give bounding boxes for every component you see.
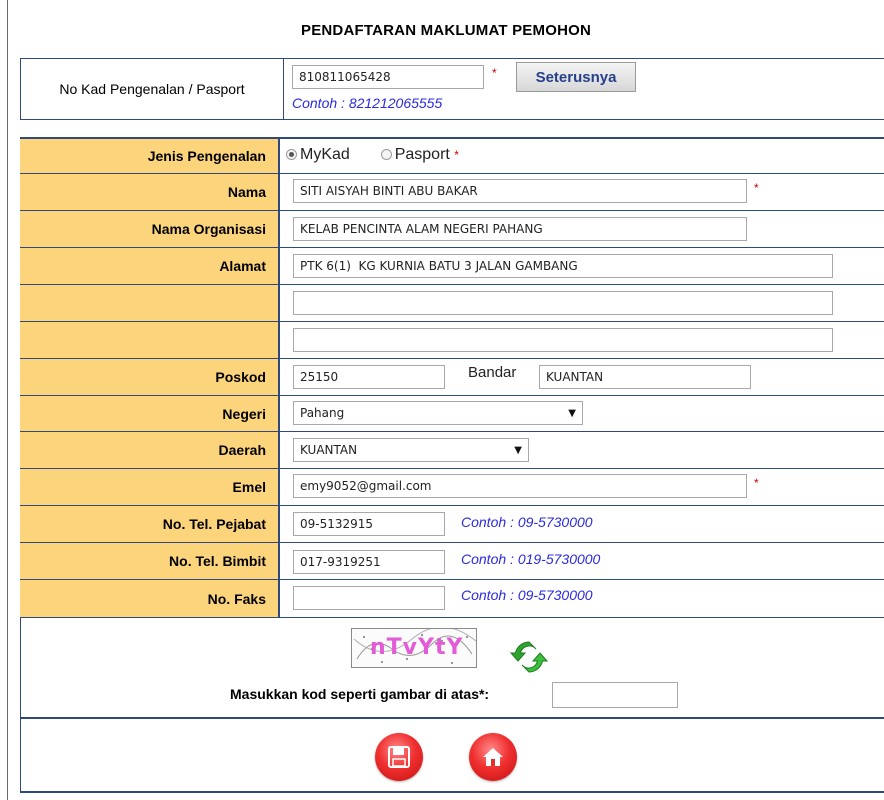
row-faks: No. Faks Contoh : 09-5730000 [20, 580, 884, 618]
id-example-text: Contoh : 821212065555 [292, 95, 443, 111]
tel-pejabat-input[interactable] [293, 512, 445, 536]
jenis-pengenalan-options: MyKad Pasport * [286, 146, 459, 164]
poskod-label: Poskod [20, 359, 280, 395]
save-icon [388, 746, 410, 768]
bandar-label: Bandar [468, 364, 517, 381]
tel-pejabat-label: No. Tel. Pejabat [20, 506, 280, 542]
tel-bimbit-example: Contoh : 019-5730000 [461, 551, 601, 567]
alamat-line2-label-cell [20, 285, 280, 321]
poskod-input[interactable] [293, 365, 445, 389]
emel-input[interactable] [293, 474, 747, 498]
captcha-section: nTvYtY Masukkan kod seperti gambar di at… [20, 618, 884, 719]
nama-organisasi-input[interactable] [293, 217, 747, 241]
captcha-image: nTvYtY [351, 628, 477, 668]
home-button[interactable] [469, 733, 517, 781]
page-title: PENDAFTARAN MAKLUMAT PEMOHON [300, 22, 592, 39]
alamat-label: Alamat [20, 248, 280, 284]
emel-label: Emel [20, 469, 280, 505]
row-emel: Emel * [20, 469, 884, 506]
negeri-selected-value: Pahang [300, 406, 345, 420]
next-button[interactable]: Seterusnya [516, 62, 636, 92]
emel-required-mark: * [754, 476, 759, 490]
row-alamat-2 [20, 285, 884, 322]
mykad-radio[interactable] [286, 149, 297, 161]
alamat-line2-input[interactable] [293, 291, 833, 315]
row-negeri: Negeri Pahang ▼ [20, 396, 884, 432]
tel-pejabat-example: Contoh : 09-5730000 [461, 514, 593, 530]
row-poskod: Poskod Bandar [20, 359, 884, 396]
negeri-select[interactable]: Pahang ▼ [293, 401, 583, 425]
action-bar [20, 719, 884, 793]
alamat-line3-input[interactable] [293, 328, 833, 352]
chevron-down-icon: ▼ [568, 407, 576, 419]
daerah-label: Daerah [20, 432, 280, 468]
faks-input[interactable] [293, 586, 445, 610]
id-number-label: No Kad Pengenalan / Pasport [21, 59, 284, 119]
row-nama: Nama * [20, 174, 884, 211]
negeri-label: Negeri [20, 396, 280, 431]
faks-label: No. Faks [20, 580, 280, 617]
alamat-line3-label-cell [20, 322, 280, 358]
tel-bimbit-input[interactable] [293, 550, 445, 574]
nama-label: Nama [20, 174, 280, 210]
home-icon [483, 748, 503, 766]
id-number-input[interactable] [292, 65, 484, 89]
tel-bimbit-label: No. Tel. Bimbit [20, 543, 280, 579]
captcha-label: Masukkan kod seperti gambar di atas*: [230, 686, 490, 702]
refresh-icon[interactable] [509, 638, 549, 676]
bandar-input[interactable] [539, 365, 751, 389]
save-button[interactable] [375, 733, 423, 781]
nama-input[interactable] [293, 179, 747, 203]
chevron-down-icon: ▼ [514, 444, 522, 456]
row-nama-organisasi: Nama Organisasi [20, 211, 884, 248]
captcha-text: nTvYtY [370, 635, 464, 660]
row-tel-bimbit: No. Tel. Bimbit Contoh : 019-5730000 [20, 543, 884, 580]
daerah-selected-value: KUANTAN [300, 443, 358, 457]
row-daerah: Daerah KUANTAN ▼ [20, 432, 884, 469]
faks-example: Contoh : 09-5730000 [461, 587, 593, 603]
row-jenis-pengenalan: Jenis Pengenalan MyKad Pasport * [20, 139, 884, 174]
pasport-radio[interactable] [380, 149, 392, 161]
nama-organisasi-label: Nama Organisasi [20, 211, 280, 247]
alamat-line1-input[interactable] [293, 254, 833, 278]
mykad-radio-label[interactable]: MyKad [300, 146, 350, 163]
captcha-input[interactable] [552, 682, 678, 708]
jenis-pengenalan-label: Jenis Pengenalan [20, 139, 280, 173]
applicant-form: Jenis Pengenalan MyKad Pasport * Nama * … [20, 137, 884, 618]
jenis-required-mark: * [454, 148, 459, 162]
row-alamat-3 [20, 322, 884, 359]
row-alamat-1: Alamat [20, 248, 884, 285]
row-tel-pejabat: No. Tel. Pejabat Contoh : 09-5730000 [20, 506, 884, 543]
nama-required-mark: * [754, 181, 759, 195]
pasport-radio-label[interactable]: Pasport [395, 146, 450, 163]
id-required-mark: * [492, 66, 497, 80]
daerah-select[interactable]: KUANTAN ▼ [293, 438, 529, 462]
